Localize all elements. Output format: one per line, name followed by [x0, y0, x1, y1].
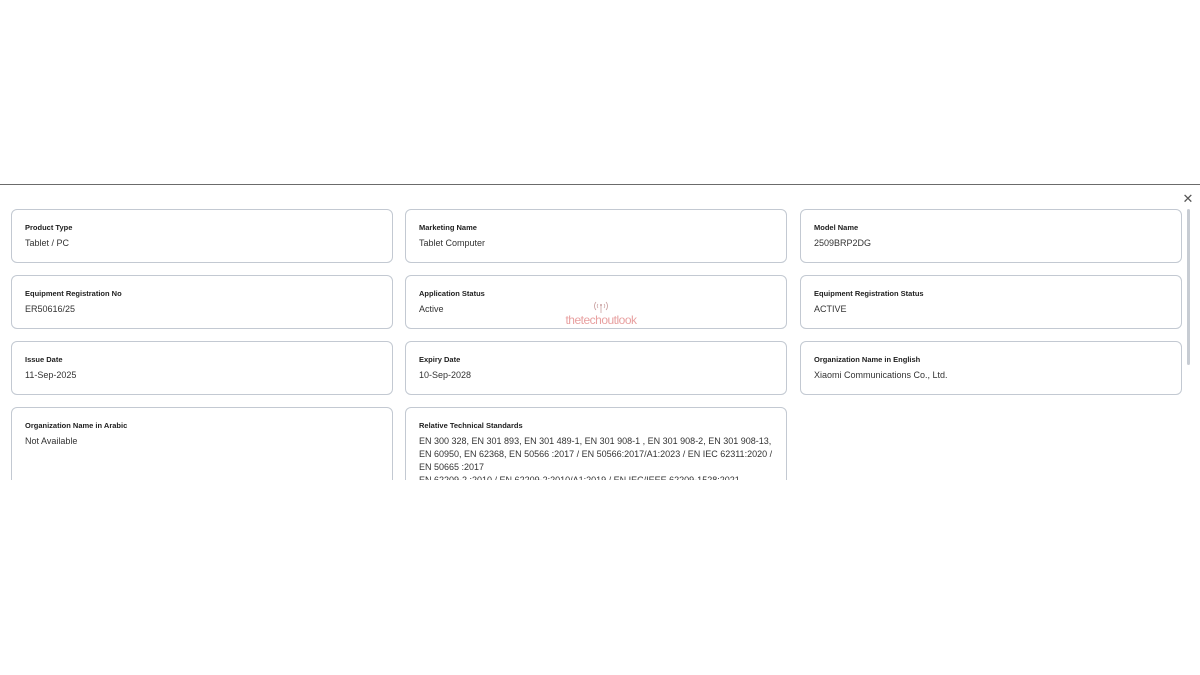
field-label: Issue Date [25, 355, 63, 364]
registration-details-dialog: ✕ Product Type Tablet / PC Marketing Nam… [0, 184, 1200, 480]
field-label: Application Status [419, 289, 485, 298]
field-value: 11-Sep-2025 [25, 370, 77, 380]
field-label: Product Type [25, 223, 73, 232]
field-value: Xiaomi Communications Co., Ltd. [814, 370, 948, 380]
organization-name-arabic-card: Organization Name in Arabic Not Availabl… [11, 407, 393, 480]
field-label: Relative Technical Standards [419, 421, 523, 430]
organization-name-english-card: Organization Name in English Xiaomi Comm… [800, 341, 1182, 395]
field-label: Equipment Registration No [25, 289, 122, 298]
field-label: Organization Name in English [814, 355, 921, 364]
watermark-logo: thetechoutlook [556, 299, 646, 329]
issue-date-card: Issue Date 11-Sep-2025 [11, 341, 393, 395]
field-label: Expiry Date [419, 355, 461, 364]
field-value: 2509BRP2DG [814, 238, 872, 248]
equipment-registration-no-card: Equipment Registration No ER50616/25 [11, 275, 393, 329]
field-value: Not Available [25, 436, 78, 446]
equipment-registration-status-card: Equipment Registration Status ACTIVE [800, 275, 1182, 329]
product-type-card: Product Type Tablet / PC [11, 209, 393, 263]
field-value: Tablet / PC [25, 238, 70, 248]
close-icon[interactable]: ✕ [1182, 192, 1194, 205]
blank-area-top [0, 0, 1200, 184]
field-label: Model Name [814, 223, 859, 232]
page: ✕ Product Type Tablet / PC Marketing Nam… [0, 0, 1200, 675]
field-value: ER50616/25 [25, 304, 76, 314]
field-value: EN 300 328, EN 301 893, EN 301 489-1, EN… [419, 436, 773, 480]
relative-technical-standards-card: Relative Technical Standards EN 300 328,… [405, 407, 787, 480]
watermark-text: thetechoutlook [565, 313, 637, 327]
blank-area-bottom [0, 480, 1200, 675]
field-label: Equipment Registration Status [814, 289, 924, 298]
field-label: Marketing Name [419, 223, 477, 232]
field-label: Organization Name in Arabic [25, 421, 128, 430]
signal-tower-icon [594, 301, 608, 313]
marketing-name-card: Marketing Name Tablet Computer [405, 209, 787, 263]
scrollbar[interactable] [1187, 209, 1190, 365]
field-value: 10-Sep-2028 [419, 370, 472, 380]
field-value: Tablet Computer [419, 238, 486, 248]
expiry-date-card: Expiry Date 10-Sep-2028 [405, 341, 787, 395]
field-value: ACTIVE [814, 304, 847, 314]
model-name-card: Model Name 2509BRP2DG [800, 209, 1182, 263]
